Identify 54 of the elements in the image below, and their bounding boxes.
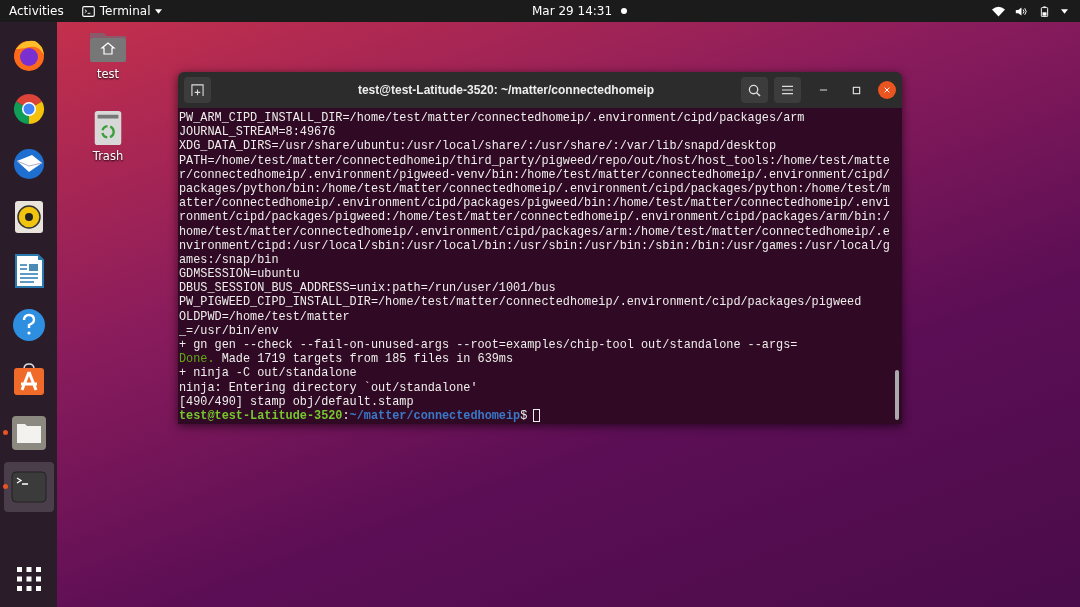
- prompt-user-host: test@test-Latitude-3520: [179, 408, 343, 423]
- prompt-path: ~/matter/connectedhomeip: [349, 408, 521, 423]
- terminal-line: Made 1719 targets from 185 files in 639ms: [220, 352, 514, 367]
- close-button[interactable]: [878, 81, 896, 99]
- caret-icon: [155, 8, 163, 14]
- terminal-line: _=/usr/bin/env: [179, 323, 280, 338]
- terminal-line: GDMSESSION=ubuntu: [179, 267, 301, 282]
- caret-icon[interactable]: [1061, 8, 1068, 14]
- terminal-line: ninja: Entering directory `out/standalone': [179, 380, 479, 395]
- terminal-line: packages/python/bin:/home/test/matter/connectedhomeip/.environment/cipd/packages/python:/home/test/m: [179, 181, 891, 197]
- terminal-line: DBUS_SESSION_BUS_ADDRESS=unix:path=/run/user/1001/bus: [179, 281, 557, 296]
- menu-button[interactable]: [774, 77, 801, 103]
- menu-icon: [782, 85, 793, 95]
- terminal-line: ronment/cipd/packages/pigweed:/home/test/matter/connectedhomeip/.environment/cipd/packages/arm/bin:/: [179, 210, 891, 225]
- close-icon: [884, 86, 890, 94]
- minimize-icon: [818, 89, 828, 91]
- window-title: test@test-Latitude-3520: ~/matter/connectedhomeip: [356, 83, 656, 97]
- battery-icon[interactable]: [1038, 5, 1051, 17]
- maximize-icon: [851, 85, 861, 95]
- terminal-line: + gn gen --check --fail-on-unused-args --root=examples/chip-tool out/standalone --args=: [179, 338, 799, 353]
- terminal-line: PW_ARM_CIPD_INSTALL_DIR=/home/test/matter/connectedhomeip/.environment/cipd/packages/arm: [179, 111, 806, 126]
- clock[interactable]: Mar 29 14:31: [532, 4, 613, 18]
- terminal-line: [490/490] stamp obj/default.stamp: [179, 394, 415, 409]
- terminal-line: + ninja -C out/standalone: [179, 366, 358, 381]
- prompt-symbol: $: [520, 408, 528, 423]
- terminal-line: PATH=/home/test/matter/connectedhomeip/third_party/pigweed/repo/out/host/host_tools:/home/test/matte: [179, 153, 891, 168]
- prompt-separator: :: [342, 408, 350, 423]
- folder-icon[interactable]: [10, 415, 47, 451]
- wifi-icon[interactable]: [992, 5, 1005, 17]
- app-menu[interactable]: Terminal: [77, 4, 167, 18]
- terminal-line: ames:/snap/bin: [179, 252, 280, 268]
- terminal-line: XDG_DATA_DIRS=/usr/share/ubuntu:/usr/local/share/:/usr/share/:/var/lib/snapd/desktop: [179, 139, 778, 154]
- terminal-line: JOURNAL_STREAM=8:49676: [179, 125, 337, 140]
- new-tab-button[interactable]: [184, 77, 211, 103]
- desktop-icon-label[interactable]: Trash: [92, 149, 124, 163]
- terminal-line: PW_PIGWEED_CIPD_INSTALL_DIR=/home/test/matter/connectedhomeip/.environment/cipd/packages/pigweed: [179, 295, 863, 310]
- search-icon: [748, 83, 761, 97]
- terminal-icon[interactable]: [10, 469, 47, 505]
- activities-button[interactable]: Activities: [0, 4, 74, 18]
- volume-icon[interactable]: [1015, 5, 1028, 17]
- text-cursor: [533, 408, 541, 422]
- terminal-line: home/test/matter/connectedhomeip/.environment/cipd/packages/arm:/home/test/matter/connectedhomeip/.e: [179, 224, 891, 239]
- desktop-icon-label[interactable]: test: [96, 67, 120, 81]
- terminal-line: nvironment/cipd:/usr/local/sbin:/usr/local/bin:/usr/sbin:/usr/bin:/sbin:/bin:/usr/games:/usr/local/g: [179, 238, 891, 253]
- app-grid-icon[interactable]: [16, 567, 41, 591]
- add-tab-icon: [191, 83, 204, 97]
- terminal-line: atter/connectedhomeip/.environment/cipd/packages/pigweed/bin:/home/test/matter/connectedhomeip/.envi: [179, 196, 891, 211]
- search-button[interactable]: [741, 77, 768, 103]
- terminal-icon: [81, 5, 95, 17]
- terminal-line: OLDPWD=/home/test/matter: [179, 309, 351, 324]
- scrollbar-thumb[interactable]: [895, 370, 899, 420]
- terminal-line: r/connectedhomeip/.environment/pigweed-venv/bin:/home/test/matter/connectedhomeip/.environment/cipd/: [179, 167, 891, 182]
- help-icon[interactable]: [10, 307, 47, 343]
- status-text: Done.: [179, 352, 215, 367]
